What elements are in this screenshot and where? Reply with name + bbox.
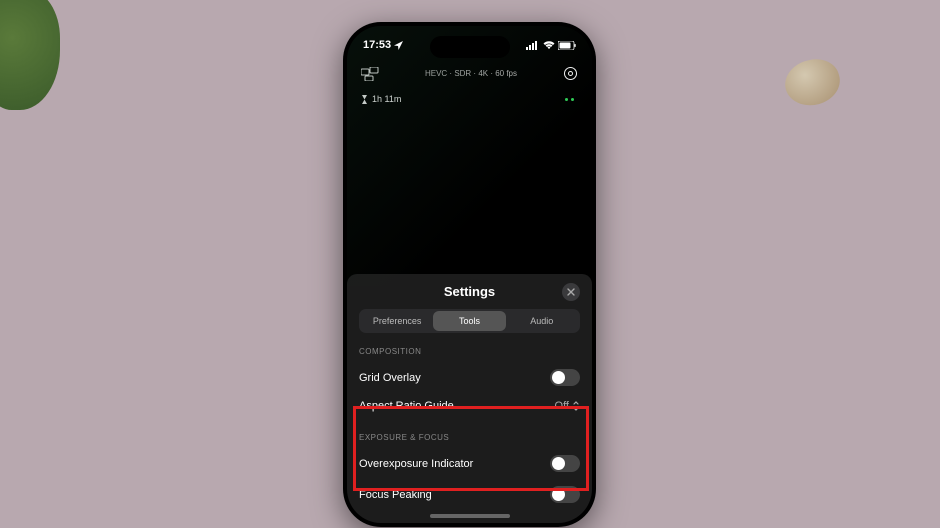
dynamic-island <box>430 36 510 58</box>
layout-icon[interactable] <box>361 67 379 81</box>
settings-header: Settings <box>359 284 580 299</box>
aspect-value-text: Off <box>555 400 569 412</box>
grid-overlay-toggle[interactable] <box>550 369 580 386</box>
close-icon <box>567 288 575 296</box>
tab-preferences[interactable]: Preferences <box>361 311 433 331</box>
aspect-ratio-label: Aspect Ratio Guide <box>359 400 454 412</box>
row-focus-peaking[interactable]: Focus Peaking <box>359 479 580 510</box>
tab-tools[interactable]: Tools <box>433 311 505 331</box>
section-composition-label: COMPOSITION <box>359 347 580 356</box>
signal-icon <box>526 41 540 50</box>
settings-title: Settings <box>444 284 495 299</box>
section-exposure-label: EXPOSURE & FOCUS <box>359 433 580 442</box>
battery-icon <box>558 41 576 50</box>
recording-time-text: 1h 11m <box>372 94 401 104</box>
settings-panel: Settings Preferences Tools Audio COMPOSI… <box>347 274 592 523</box>
indicator-dots <box>565 98 574 101</box>
settings-tabs[interactable]: Preferences Tools Audio <box>359 309 580 333</box>
status-time-group: 17:53 <box>363 39 403 51</box>
status-time: 17:53 <box>363 39 391 51</box>
focus-peaking-toggle[interactable] <box>550 486 580 503</box>
aspect-ratio-value[interactable]: Off <box>555 400 580 412</box>
row-grid-overlay[interactable]: Grid Overlay <box>359 362 580 393</box>
video-format-text[interactable]: HEVC · SDR · 4K · 60 fps <box>425 69 517 78</box>
home-indicator[interactable] <box>430 514 510 518</box>
row-aspect-ratio[interactable]: Aspect Ratio Guide Off <box>359 393 580 419</box>
plant-decoration <box>0 0 60 110</box>
overexposure-toggle[interactable] <box>550 455 580 472</box>
status-right <box>526 41 576 50</box>
chevron-updown-icon <box>572 400 580 412</box>
wifi-icon <box>543 41 555 50</box>
phone-frame: 17:53 HEVC · SDR · 4K · 60 fps 1h 11m Se… <box>343 22 596 527</box>
tab-audio[interactable]: Audio <box>506 311 578 331</box>
hourglass-icon <box>361 95 368 104</box>
row-overexposure[interactable]: Overexposure Indicator <box>359 448 580 479</box>
shell-decoration <box>780 54 845 112</box>
phone-screen: 17:53 HEVC · SDR · 4K · 60 fps 1h 11m Se… <box>347 26 592 523</box>
recording-time: 1h 11m <box>361 94 401 104</box>
focus-peaking-label: Focus Peaking <box>359 489 432 501</box>
settings-gear-icon[interactable] <box>563 66 578 81</box>
location-icon <box>394 41 403 50</box>
camera-top-controls: HEVC · SDR · 4K · 60 fps <box>347 66 592 81</box>
overexposure-label: Overexposure Indicator <box>359 458 473 470</box>
close-button[interactable] <box>562 283 580 301</box>
grid-overlay-label: Grid Overlay <box>359 372 421 384</box>
